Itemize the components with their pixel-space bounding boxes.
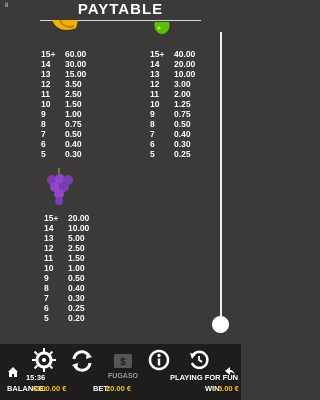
table-row: 7 0.40 xyxy=(150,129,191,139)
table-row: 11 2.00 xyxy=(150,89,191,99)
scrollbar-thumb[interactable] xyxy=(212,316,229,333)
gear-icon[interactable] xyxy=(32,348,56,372)
table-row: 8 0.40 xyxy=(44,283,85,293)
home-icon[interactable] xyxy=(7,366,19,378)
mode-text: PLAYING FOR FUN xyxy=(170,373,239,382)
table-row: 11 1.50 xyxy=(44,253,85,263)
table-row: 7 0.50 xyxy=(41,129,82,139)
table-row: 9 0.75 xyxy=(150,109,191,119)
apple-icon xyxy=(154,22,170,34)
table-row: 8 0.50 xyxy=(150,119,191,129)
table-row: 13 5.00 xyxy=(44,233,85,243)
history-icon[interactable] xyxy=(188,349,210,371)
table-row: 10 1.50 xyxy=(41,99,82,109)
balance-value: 3000.00 € xyxy=(33,384,67,393)
table-row: 14 20.00 xyxy=(150,59,196,69)
win-value: 0.00 € xyxy=(218,384,239,393)
wallet-icon[interactable]: $ xyxy=(112,349,134,371)
bet-value: 20.00 € xyxy=(106,384,132,393)
table-row: 12 2.50 xyxy=(44,243,85,253)
clock-text: 15:36 xyxy=(26,373,46,382)
table-row: 5 0.30 xyxy=(41,149,82,159)
table-row: 10 1.25 xyxy=(150,99,191,109)
svg-text:$: $ xyxy=(120,357,126,368)
paytable-banana: 15+ 60.00 14 30.00 13 15.00 12 3.50 11 2.50 1… xyxy=(41,49,95,159)
table-row: 11 2.50 xyxy=(41,89,82,99)
table-row: 6 0.30 xyxy=(150,139,191,149)
table-row: 13 10.00 xyxy=(150,69,196,79)
paytable-grapes: 15+ 20.00 14 10.00 13 5.00 12 2.50 11 1.50 10… xyxy=(44,213,98,323)
table-row: 14 30.00 xyxy=(41,59,87,69)
table-row: 15+ 40.00 xyxy=(150,49,196,59)
table-row: 10 1.00 xyxy=(44,263,85,273)
scrollbar-track[interactable] xyxy=(220,32,222,322)
table-row: 15+ 60.00 xyxy=(41,49,87,59)
table-row: 9 1.00 xyxy=(41,109,82,119)
brand-label: FUGASO xyxy=(108,373,138,380)
table-row: 12 3.00 xyxy=(150,79,191,89)
bottom-bar: $ FUGASO 15:36 PLAYING FOR FUN BALANCE: … xyxy=(0,344,241,400)
table-row: 6 0.40 xyxy=(41,139,82,149)
refresh-icon[interactable] xyxy=(70,349,94,373)
banana-icon xyxy=(52,20,78,30)
page-title: PAYTABLE xyxy=(77,1,164,18)
info-icon[interactable] xyxy=(148,349,170,371)
table-row: 5 0.20 xyxy=(44,313,85,323)
table-row: 9 0.50 xyxy=(44,273,85,283)
paytable-apple: 15+ 40.00 14 20.00 13 10.00 12 3.00 11 2.00 1… xyxy=(150,49,204,159)
table-row: 13 15.00 xyxy=(41,69,87,79)
table-row: 5 0.25 xyxy=(150,149,191,159)
table-row: 8 0.75 xyxy=(41,119,82,129)
table-row: 14 10.00 xyxy=(44,223,90,233)
table-row: 7 0.30 xyxy=(44,293,85,303)
table-row: 15+ 20.00 xyxy=(44,213,90,223)
table-row: 6 0.25 xyxy=(44,303,85,313)
grapes-icon xyxy=(47,168,73,205)
table-row: 12 3.50 xyxy=(41,79,82,89)
